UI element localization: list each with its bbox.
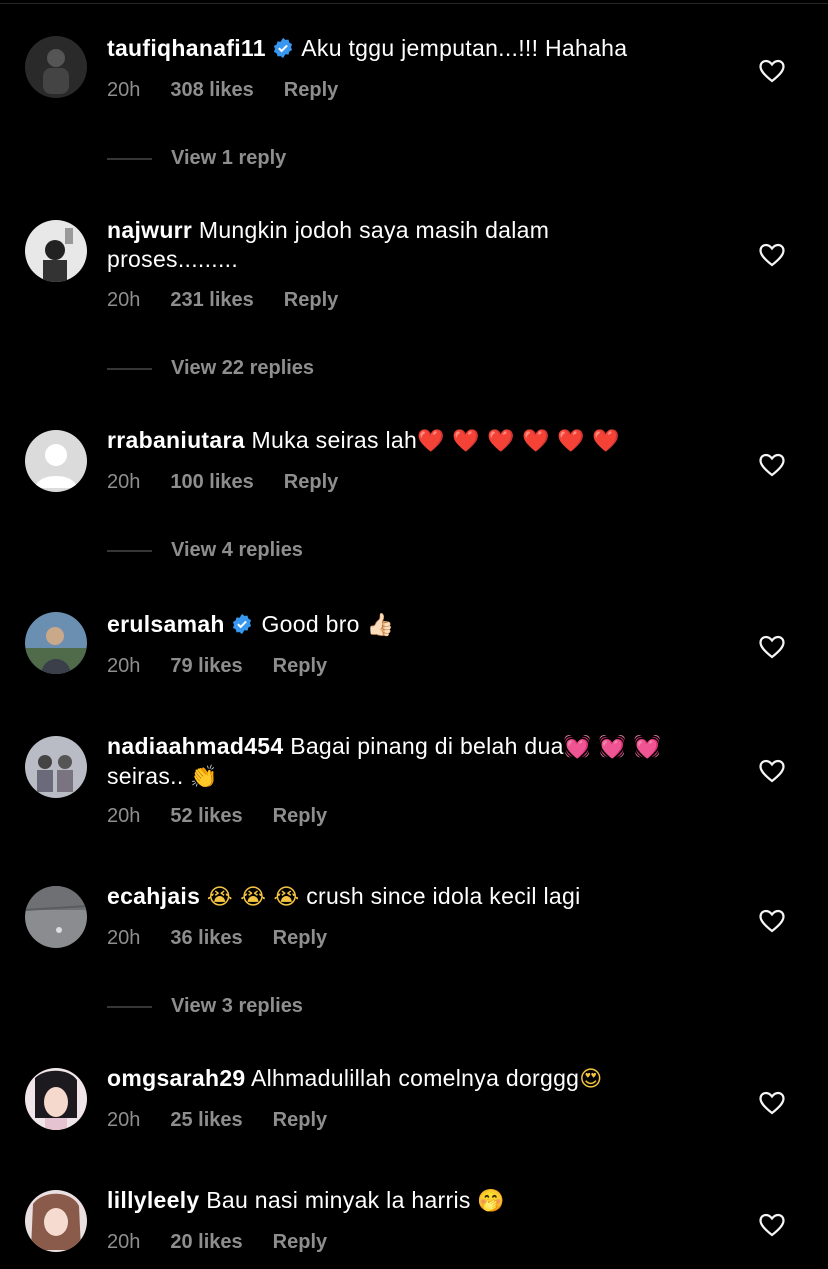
avatar[interactable]: [25, 430, 87, 492]
likes-count[interactable]: 20 likes: [170, 1231, 242, 1253]
likes-count[interactable]: 100 likes: [170, 471, 253, 493]
timestamp: 20h: [107, 1109, 141, 1131]
heart-outline-icon[interactable]: [759, 453, 785, 477]
crying-face-emojis: 😭 😭 😭: [206, 885, 300, 910]
comment-text: Aku tggu jemputan...!!! Hahaha: [301, 35, 628, 61]
username[interactable]: taufiqhanafi11: [107, 35, 266, 61]
username[interactable]: omgsarah29: [107, 1065, 246, 1091]
clapping-hands-emoji: 👏: [190, 765, 218, 790]
verified-badge-icon: [231, 613, 253, 635]
username[interactable]: lillyleely: [107, 1187, 200, 1213]
comment-text: Bau nasi minyak la harris: [206, 1187, 471, 1213]
view-replies-label[interactable]: View 3 replies: [171, 995, 303, 1018]
heart-eyes-emoji: 😍: [579, 1067, 603, 1092]
avatar[interactable]: [25, 612, 87, 674]
hand-over-mouth-emoji: 🤭: [477, 1189, 506, 1214]
timestamp: 20h: [107, 471, 141, 493]
avatar[interactable]: [25, 736, 87, 798]
avatar[interactable]: [25, 220, 87, 282]
reply-thread-line: [107, 1006, 152, 1008]
likes-count[interactable]: 231 likes: [170, 289, 253, 311]
avatar[interactable]: [25, 1190, 87, 1252]
pink-heart-emojis: 💓 💓 💓: [563, 735, 662, 760]
comment-text-continued: proses.........: [107, 246, 239, 272]
likes-count[interactable]: 308 likes: [170, 79, 253, 101]
comment-text: Bagai pinang di belah dua: [290, 733, 564, 759]
reply-button[interactable]: Reply: [284, 79, 338, 101]
heart-outline-icon[interactable]: [759, 909, 785, 933]
comment-text: Mungkin jodoh saya masih dalam: [198, 217, 550, 243]
username[interactable]: erulsamah: [107, 611, 225, 637]
likes-count[interactable]: 25 likes: [170, 1109, 242, 1131]
username[interactable]: ecahjais: [107, 883, 200, 909]
likes-count[interactable]: 36 likes: [170, 927, 242, 949]
reply-thread-line: [107, 158, 152, 160]
comment-text-continued: seiras..: [107, 763, 184, 789]
view-replies-label[interactable]: View 4 replies: [171, 539, 303, 562]
reply-button[interactable]: Reply: [273, 1231, 327, 1253]
heart-outline-icon[interactable]: [759, 1213, 785, 1237]
heart-outline-icon[interactable]: [759, 635, 785, 659]
top-divider: [0, 3, 828, 4]
view-replies-label[interactable]: View 1 reply: [171, 147, 286, 170]
reply-button[interactable]: Reply: [284, 471, 338, 493]
username[interactable]: nadiaahmad454: [107, 733, 283, 759]
reply-button[interactable]: Reply: [273, 805, 327, 827]
heart-outline-icon[interactable]: [759, 243, 785, 267]
avatar[interactable]: [25, 36, 87, 98]
timestamp: 20h: [107, 1231, 141, 1253]
verified-badge-icon: [272, 37, 294, 59]
comment-text: crush since idola kecil lagi: [306, 883, 581, 909]
timestamp: 20h: [107, 289, 141, 311]
reply-button[interactable]: Reply: [273, 927, 327, 949]
comment-text: Muka seiras lah: [251, 427, 418, 453]
comment-text: Alhmadulillah comelnya dorggg: [250, 1065, 580, 1091]
comment-text: Good bro: [261, 611, 360, 637]
heart-outline-icon[interactable]: [759, 759, 785, 783]
reply-button[interactable]: Reply: [284, 289, 338, 311]
reply-button[interactable]: Reply: [273, 1109, 327, 1131]
timestamp: 20h: [107, 927, 141, 949]
reply-button[interactable]: Reply: [273, 655, 327, 677]
reply-thread-line: [107, 368, 152, 370]
avatar[interactable]: [25, 886, 87, 948]
heart-outline-icon[interactable]: [759, 1091, 785, 1115]
timestamp: 20h: [107, 79, 141, 101]
likes-count[interactable]: 52 likes: [170, 805, 242, 827]
timestamp: 20h: [107, 655, 141, 677]
username[interactable]: rrabaniutara: [107, 427, 245, 453]
reply-thread-line: [107, 550, 152, 552]
heart-outline-icon[interactable]: [759, 59, 785, 83]
red-heart-emojis: ❤️ ❤️ ❤️ ❤️ ❤️ ❤️: [417, 429, 620, 454]
likes-count[interactable]: 79 likes: [170, 655, 242, 677]
timestamp: 20h: [107, 805, 141, 827]
view-replies-label[interactable]: View 22 replies: [171, 357, 314, 380]
username[interactable]: najwurr: [107, 217, 192, 243]
thumbs-up-emoji: 👍🏻: [366, 613, 395, 638]
avatar[interactable]: [25, 1068, 87, 1130]
